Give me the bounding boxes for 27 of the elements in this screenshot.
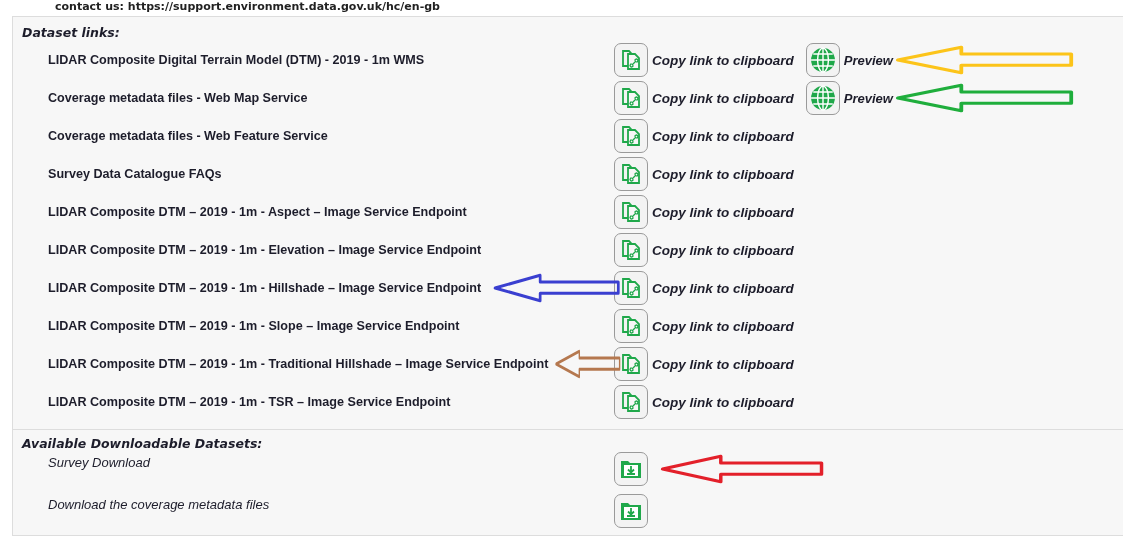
download-label: Download the coverage metadata files [48,496,270,512]
dataset-link-label: LIDAR Composite DTM – 2019 - 1m - Hillshade – Image Service Endpoint [48,281,482,295]
copy-link-label[interactable]: Copy link to clipboard [652,166,794,182]
preview-label[interactable]: Preview [843,52,893,68]
dataset-link-label: LIDAR Composite Digital Terrain Model (DTM) - 2019 - 1m WMS [48,53,425,67]
copy-link-label[interactable]: Copy link to clipboard [652,394,794,410]
copy-link-label[interactable]: Copy link to clipboard [652,318,794,334]
section-heading: Available Downloadable Datasets: [21,435,264,452]
dataset-link-label: Coverage metadata files - Web Map Service [48,91,308,105]
copy-link-label[interactable]: Copy link to clipboard [652,90,794,106]
copy-link-label[interactable]: Copy link to clipboard [652,356,794,372]
copy-link-label[interactable]: Copy link to clipboard [652,128,794,144]
dataset-link-label: LIDAR Composite DTM – 2019 - 1m - Aspect – Image Service Endpoint [48,205,467,219]
dataset-link-label: LIDAR Composite DTM – 2019 - 1m - Slope – Image Service Endpoint [48,319,460,333]
dataset-link-label: LIDAR Composite DTM – 2019 - 1m - TSR – Image Service Endpoint [48,395,451,409]
copy-link-label[interactable]: Copy link to clipboard [652,204,794,220]
dataset-link-label: Survey Data Catalogue FAQs [48,167,222,181]
dataset-link-label: LIDAR Composite DTM – 2019 - 1m - Elevation – Image Service Endpoint [48,243,482,257]
dataset-link-label: Coverage metadata files - Web Feature Service [48,129,328,143]
preview-label[interactable]: Preview [843,90,893,106]
dataset-link-label: LIDAR Composite DTM – 2019 - 1m - Traditional Hillshade – Image Service Endpoint [48,357,549,371]
copy-link-label[interactable]: Copy link to clipboard [652,242,794,258]
section-heading: Dataset links: [21,24,121,41]
contact-line: contact us: https://support.environment.data.gov.uk/hc/en-gb [54,0,441,14]
copy-link-label[interactable]: Copy link to clipboard [652,280,794,296]
copy-link-label[interactable]: Copy link to clipboard [652,52,794,68]
download-label: Survey Download [48,454,150,470]
